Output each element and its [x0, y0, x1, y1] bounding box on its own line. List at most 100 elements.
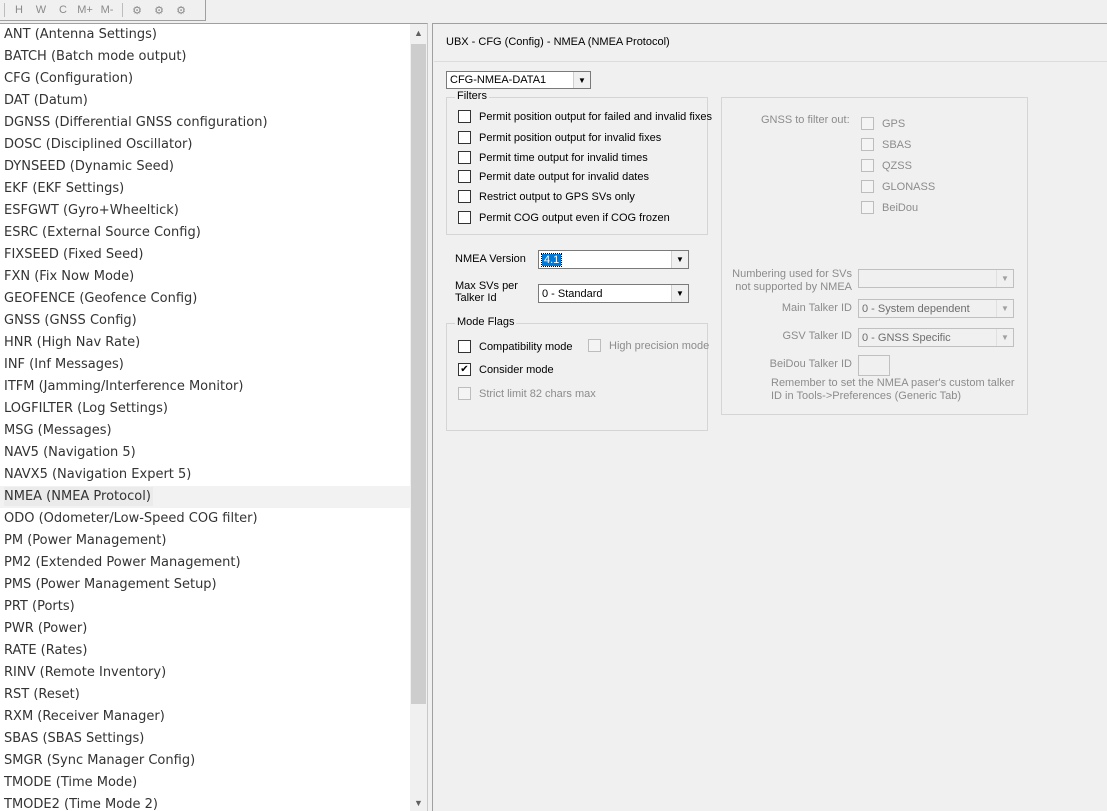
sidebar-item[interactable]: HNR (High Nav Rate) [0, 332, 410, 354]
sidebar-item[interactable]: RATE (Rates) [0, 640, 410, 662]
sidebar-item-label: DAT (Datum) [4, 93, 88, 108]
sidebar-item[interactable]: FXN (Fix Now Mode) [0, 266, 410, 288]
sidebar-item[interactable]: NMEA (NMEA Protocol) [0, 486, 410, 508]
checkbox[interactable] [458, 110, 471, 123]
clear-icon[interactable]: C [52, 1, 74, 19]
divider [434, 61, 1107, 62]
sidebar-item[interactable]: PM (Power Management) [0, 530, 410, 552]
sidebar-item[interactable]: INF (Inf Messages) [0, 354, 410, 376]
chevron-down-icon[interactable]: ▼ [671, 285, 688, 302]
checkbox[interactable] [458, 211, 471, 224]
checkbox[interactable] [861, 159, 874, 172]
max-svs-select[interactable]: 0 - Standard ▼ [538, 284, 689, 303]
checkbox[interactable] [861, 180, 874, 193]
consider-mode-checkbox[interactable]: ✔ Consider mode [458, 363, 554, 376]
gnss-filter-beidou-checkbox[interactable]: BeiDou [861, 201, 918, 214]
gnss-filter-gps-checkbox[interactable]: GPS [861, 117, 905, 130]
filter-checkbox-cog-frozen[interactable]: Permit COG output even if COG frozen [458, 211, 670, 224]
sidebar-item[interactable]: SMGR (Sync Manager Config) [0, 750, 410, 772]
sidebar-item[interactable]: DYNSEED (Dynamic Seed) [0, 156, 410, 178]
sidebar-item[interactable]: BATCH (Batch mode output) [0, 46, 410, 68]
checkbox[interactable] [458, 387, 471, 400]
scroll-down-arrow-icon[interactable]: ▼ [410, 794, 427, 811]
sidebar-item[interactable]: GNSS (GNSS Config) [0, 310, 410, 332]
checkbox[interactable] [458, 151, 471, 164]
sidebar-item[interactable]: FIXSEED (Fixed Seed) [0, 244, 410, 266]
sidebar-item[interactable]: SBAS (SBAS Settings) [0, 728, 410, 750]
message-remove-icon[interactable]: M- [96, 1, 118, 19]
sidebar-item[interactable]: ESRC (External Source Config) [0, 222, 410, 244]
sidebar-item[interactable]: PRT (Ports) [0, 596, 410, 618]
sidebar-item[interactable]: DGNSS (Differential GNSS configuration) [0, 112, 410, 134]
filter-checkbox-invalid-dates[interactable]: Permit date output for invalid dates [458, 170, 649, 183]
sidebar-item[interactable]: ITFM (Jamming/Interference Monitor) [0, 376, 410, 398]
talker-id-note-line2: ID in Tools->Preferences (Generic Tab) [771, 390, 962, 402]
checkbox-label: Consider mode [479, 363, 554, 376]
sidebar-item[interactable]: TMODE (Time Mode) [0, 772, 410, 794]
sidebar-item[interactable]: DOSC (Disciplined Oscillator) [0, 134, 410, 156]
sidebar-item[interactable]: DAT (Datum) [0, 90, 410, 112]
sidebar-item[interactable]: NAVX5 (Navigation Expert 5) [0, 464, 410, 486]
sidebar-item[interactable]: RINV (Remote Inventory) [0, 662, 410, 684]
gear-icon[interactable]: ⚙ [170, 1, 192, 19]
gnss-filter-sbas-checkbox[interactable]: SBAS [861, 138, 911, 151]
sidebar-item-label: PMS (Power Management Setup) [4, 577, 217, 592]
checkbox-label: GPS [882, 117, 906, 130]
sidebar-item[interactable]: ANT (Antenna Settings) [0, 24, 410, 46]
checkbox[interactable] [458, 131, 471, 144]
beidou-talker-input[interactable] [858, 355, 890, 376]
high-precision-mode-checkbox[interactable]: High precision mode [588, 339, 709, 352]
width-icon[interactable]: W [30, 1, 52, 19]
checkbox[interactable] [458, 170, 471, 183]
sidebar-item[interactable]: LOGFILTER (Log Settings) [0, 398, 410, 420]
gnss-filter-qzss-checkbox[interactable]: QZSS [861, 159, 912, 172]
checkbox[interactable] [588, 339, 601, 352]
sidebar-item[interactable]: RXM (Receiver Manager) [0, 706, 410, 728]
chevron-down-icon[interactable]: ▼ [573, 72, 590, 88]
sidebar-item[interactable]: ESFGWT (Gyro+Wheeltick) [0, 200, 410, 222]
sidebar-item[interactable]: EKF (EKF Settings) [0, 178, 410, 200]
checkbox[interactable] [458, 190, 471, 203]
gear-icon[interactable]: ⚙ [126, 1, 148, 19]
checkbox[interactable] [861, 201, 874, 214]
sidebar-item[interactable]: RST (Reset) [0, 684, 410, 706]
vertical-scrollbar[interactable]: ▲ ▼ [410, 24, 427, 811]
numbering-select[interactable]: ▼ [858, 269, 1014, 288]
nmea-version-select[interactable]: 4.1 ▼ [538, 250, 689, 269]
sidebar-item[interactable]: NAV5 (Navigation 5) [0, 442, 410, 464]
gsv-talker-select[interactable]: 0 - GNSS Specific ▼ [858, 328, 1014, 347]
hide-columns-icon[interactable]: H [8, 1, 30, 19]
scroll-up-arrow-icon[interactable]: ▲ [410, 24, 427, 41]
chevron-down-icon[interactable]: ▼ [996, 300, 1013, 317]
chevron-down-icon[interactable]: ▼ [996, 270, 1013, 287]
sidebar-item[interactable]: GEOFENCE (Geofence Config) [0, 288, 410, 310]
sidebar-item[interactable]: PWR (Power) [0, 618, 410, 640]
sidebar-item[interactable]: PMS (Power Management Setup) [0, 574, 410, 596]
gnss-filter-glonass-checkbox[interactable]: GLONASS [861, 180, 935, 193]
sidebar-item[interactable]: PM2 (Extended Power Management) [0, 552, 410, 574]
message-add-icon[interactable]: M+ [74, 1, 96, 19]
check-icon[interactable]: ✔ [458, 363, 471, 376]
scroll-thumb[interactable] [411, 44, 426, 704]
filter-checkbox-gps-only[interactable]: Restrict output to GPS SVs only [458, 190, 635, 203]
sidebar-item[interactable]: ODO (Odometer/Low-Speed COG filter) [0, 508, 410, 530]
sidebar-item-label: BATCH (Batch mode output) [4, 49, 187, 64]
max-svs-label-line2: Talker Id [455, 292, 497, 304]
message-select[interactable]: CFG-NMEA-DATA1 ▼ [446, 71, 591, 89]
checkbox[interactable] [861, 117, 874, 130]
compatibility-mode-checkbox[interactable]: Compatibility mode [458, 340, 573, 353]
strict-limit-checkbox[interactable]: Strict limit 82 chars max [458, 387, 596, 400]
main-talker-select[interactable]: 0 - System dependent ▼ [858, 299, 1014, 318]
checkbox[interactable] [458, 340, 471, 353]
chevron-down-icon[interactable]: ▼ [671, 251, 688, 268]
sidebar-item[interactable]: TMODE2 (Time Mode 2) [0, 794, 410, 811]
checkbox[interactable] [861, 138, 874, 151]
filter-checkbox-invalid-times[interactable]: Permit time output for invalid times [458, 151, 648, 164]
chevron-down-icon[interactable]: ▼ [996, 329, 1013, 346]
gear-icon[interactable]: ⚙ [148, 1, 170, 19]
main-talker-value: 0 - System dependent [862, 303, 970, 315]
filter-checkbox-failed-invalid[interactable]: Permit position output for failed and in… [458, 110, 712, 123]
filter-checkbox-invalid-fixes[interactable]: Permit position output for invalid fixes [458, 131, 661, 144]
sidebar-item[interactable]: CFG (Configuration) [0, 68, 410, 90]
sidebar-item[interactable]: MSG (Messages) [0, 420, 410, 442]
